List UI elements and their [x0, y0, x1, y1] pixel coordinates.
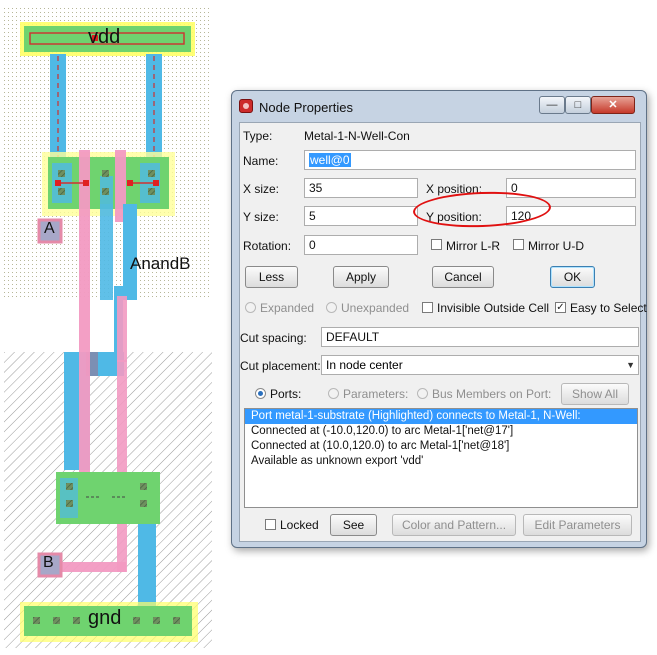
poly-gate-b-mid — [117, 296, 127, 362]
pin-b-label: B — [43, 554, 54, 571]
expanded-label: Expanded — [260, 301, 315, 315]
locked-checkbox[interactable] — [265, 519, 276, 530]
close-button[interactable]: ✕ — [591, 96, 635, 114]
dialog-titlebar[interactable]: Node Properties — □ ✕ — [232, 91, 646, 119]
expanded-radio[interactable] — [245, 302, 256, 313]
list-item[interactable]: Port metal-1-substrate (Highlighted) con… — [245, 409, 637, 424]
gnd-label: gnd — [88, 607, 122, 629]
layout-drawing[interactable] — [0, 0, 225, 650]
minimize-button[interactable]: — — [539, 96, 565, 114]
pin-a-label: A — [44, 220, 55, 237]
type-label: Type: — [243, 129, 273, 143]
x-size-field[interactable]: 35 — [304, 178, 418, 198]
maximize-button[interactable]: □ — [565, 96, 591, 114]
type-value: Metal-1-N-Well-Con — [304, 129, 410, 143]
locked-label: Locked — [280, 518, 319, 532]
y-size-field[interactable]: 5 — [304, 206, 418, 226]
unexpanded-radio[interactable] — [326, 302, 337, 313]
bus-members-label: Bus Members on Port: — [432, 387, 552, 401]
mirror-lr-label: Mirror L-R — [446, 239, 500, 253]
mirror-ud-label: Mirror U-D — [528, 239, 584, 253]
dialog-content: Type: Metal-1-N-Well-Con Name: well@0 X … — [239, 122, 647, 542]
invisible-outside-cell-checkbox[interactable] — [422, 302, 433, 313]
name-label: Name: — [243, 154, 279, 168]
unexpanded-label: Unexpanded — [341, 301, 410, 315]
parameters-label: Parameters: — [343, 387, 409, 401]
show-all-button[interactable]: Show All — [561, 383, 629, 405]
cut-placement-label: Cut placement: — [240, 359, 321, 373]
name-value: well@0 — [309, 153, 351, 167]
output-metal — [123, 204, 137, 300]
cut-spacing-label: Cut spacing: — [240, 331, 307, 345]
name-field[interactable]: well@0 — [304, 150, 636, 170]
list-item[interactable]: Available as unknown export 'vdd' — [245, 454, 637, 469]
y-size-label: Y size: — [243, 210, 279, 224]
dialog-title: Node Properties — [259, 100, 353, 115]
easy-to-select-checkbox[interactable]: ✓ — [555, 302, 566, 313]
ok-button[interactable]: OK — [550, 266, 595, 288]
color-and-pattern-button[interactable]: Color and Pattern... — [392, 514, 516, 536]
cut-placement-dropdown[interactable]: In node center ▼ — [321, 355, 639, 375]
mirror-ud-checkbox[interactable] — [513, 239, 524, 250]
list-item[interactable]: Connected at (10.0,120.0) to arc Metal-1… — [245, 439, 637, 454]
vdd-label: vdd — [88, 26, 121, 48]
invisible-outside-cell-label: Invisible Outside Cell — [437, 301, 550, 315]
cancel-button[interactable]: Cancel — [432, 266, 494, 288]
layout-canvas[interactable]: vdd gnd A B AnandB — [0, 0, 225, 650]
app-icon — [239, 99, 253, 113]
cut-placement-value: In node center — [326, 358, 403, 372]
bus-members-radio[interactable] — [417, 388, 428, 399]
apply-button[interactable]: Apply — [333, 266, 389, 288]
mirror-lr-checkbox[interactable] — [431, 239, 442, 250]
chevron-down-icon: ▼ — [626, 360, 635, 370]
ports-radio[interactable] — [255, 388, 266, 399]
see-button[interactable]: See — [330, 514, 377, 536]
easy-to-select-label: Easy to Select — [570, 301, 647, 315]
edit-parameters-button[interactable]: Edit Parameters — [523, 514, 632, 536]
ports-label: Ports: — [270, 387, 302, 401]
node-properties-dialog: Node Properties — □ ✕ Type: Metal-1-N-We… — [231, 90, 647, 548]
parameters-radio[interactable] — [328, 388, 339, 399]
rotation-label: Rotation: — [243, 239, 292, 253]
rotation-field[interactable]: 0 — [304, 235, 418, 255]
list-item[interactable]: Connected at (-10.0,120.0) to arc Metal-… — [245, 424, 637, 439]
x-size-label: X size: — [243, 182, 280, 196]
cut-spacing-field[interactable]: DEFAULT — [321, 327, 639, 347]
output-label: AnandB — [130, 254, 191, 273]
less-button[interactable]: Less — [245, 266, 298, 288]
ports-list[interactable]: Port metal-1-substrate (Highlighted) con… — [244, 408, 638, 508]
